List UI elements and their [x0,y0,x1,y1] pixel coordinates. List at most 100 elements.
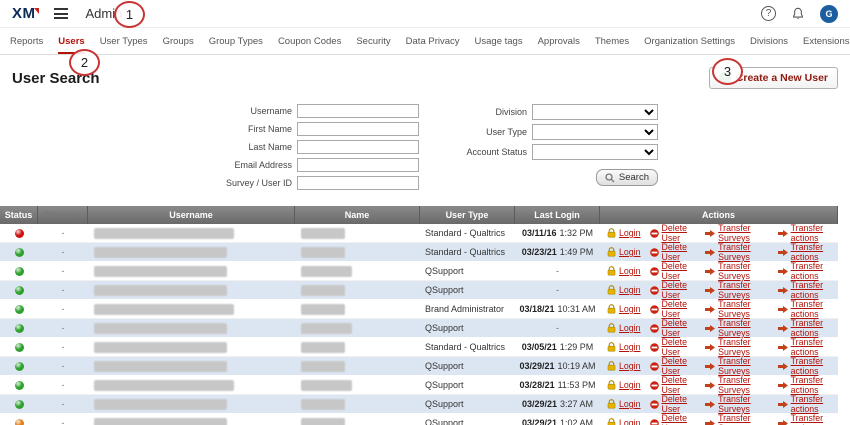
transfer-surveys-link[interactable]: Transfer Surveys [705,299,769,319]
nav-item-themes[interactable]: Themes [595,28,629,54]
transfer-actions-link[interactable]: Transfer actions [778,299,838,319]
transfer-actions-link[interactable]: Transfer actions [778,413,838,425]
delete-user-link[interactable]: Delete User [650,261,697,281]
user-table-header: StatusDivisionUsernameNameUser TypeLast … [0,206,838,224]
table-row: - QSupport 03/29/211:02 AM Login Delete … [0,414,838,425]
first-name-input[interactable] [297,122,419,136]
transfer-actions-link[interactable]: Transfer actions [778,375,838,395]
login-link[interactable]: Login [607,285,641,295]
delete-user-link[interactable]: Delete User [650,337,697,357]
last-login-time: 1:32 PM [560,228,594,238]
transfer-actions-link[interactable]: Transfer actions [778,356,838,376]
transfer-surveys-link[interactable]: Transfer Surveys [705,242,769,262]
user-type-select[interactable] [532,124,658,140]
transfer-arrow-icon [705,248,715,257]
transfer-arrow-icon [778,229,788,238]
transfer-arrow-icon [778,381,788,390]
delete-user-link[interactable]: Delete User [650,413,697,425]
redacted-username [94,380,234,391]
last-login-cell: - [515,266,600,276]
delete-user-link[interactable]: Delete User [650,318,697,338]
nav-item-security[interactable]: Security [356,28,390,54]
transfer-arrow-icon [705,400,715,409]
last-name-input[interactable] [297,140,419,154]
transfer-surveys-link[interactable]: Transfer Surveys [705,356,769,376]
help-icon[interactable]: ? [761,6,776,21]
transfer-actions-link[interactable]: Transfer actions [778,394,838,414]
lock-icon [607,285,616,295]
nav-item-divisions[interactable]: Divisions [750,28,788,54]
username-input[interactable] [297,104,419,118]
form-right-column: DivisionUser TypeAccount Status Search [445,104,658,194]
transfer-arrow-icon [705,229,715,238]
delete-icon [650,324,659,333]
transfer-arrow-icon [778,362,788,371]
status-dot [15,305,24,314]
nav-item-data-privacy[interactable]: Data Privacy [406,28,460,54]
nav-item-organization-settings[interactable]: Organization Settings [644,28,735,54]
column-header-user-type: User Type [420,206,515,224]
last-login-date: 03/18/21 [519,304,554,314]
login-link[interactable]: Login [607,380,641,390]
nav-item-extensions[interactable]: Extensions [803,28,849,54]
account-status-select[interactable] [532,144,658,160]
login-link[interactable]: Login [607,323,641,333]
delete-user-link[interactable]: Delete User [650,299,697,319]
redacted-username [94,247,227,258]
transfer-arrow-icon [778,267,788,276]
nav-item-reports[interactable]: Reports [10,28,43,54]
avatar[interactable]: G [820,5,838,23]
status-dot [15,248,24,257]
transfer-surveys-link[interactable]: Transfer Surveys [705,337,769,357]
survey-user-id-input[interactable] [297,176,419,190]
transfer-arrow-icon [705,305,715,314]
nav-item-coupon-codes[interactable]: Coupon Codes [278,28,341,54]
delete-user-link[interactable]: Delete User [650,242,697,262]
division-cell: - [38,342,88,352]
hamburger-menu-icon[interactable] [54,8,68,19]
delete-user-link[interactable]: Delete User [650,223,697,243]
nav-item-approvals[interactable]: Approvals [538,28,580,54]
transfer-arrow-icon [705,324,715,333]
transfer-surveys-link[interactable]: Transfer Surveys [705,394,769,414]
nav-item-groups[interactable]: Groups [163,28,194,54]
transfer-actions-link[interactable]: Transfer actions [778,242,838,262]
transfer-surveys-link[interactable]: Transfer Surveys [705,261,769,281]
delete-user-link[interactable]: Delete User [650,375,697,395]
delete-user-link[interactable]: Delete User [650,356,697,376]
transfer-surveys-link[interactable]: Transfer Surveys [705,375,769,395]
nav-item-user-types[interactable]: User Types [100,28,148,54]
search-button[interactable]: Search [596,169,658,186]
transfer-surveys-link[interactable]: Transfer Surveys [705,318,769,338]
delete-user-link[interactable]: Delete User [650,394,697,414]
login-link[interactable]: Login [607,304,641,314]
last-login-time: 1:29 PM [560,342,594,352]
nav-item-group-types[interactable]: Group Types [209,28,263,54]
table-row: - Brand Administrator 03/18/2110:31 AM L… [0,300,838,319]
login-link[interactable]: Login [607,399,641,409]
email-address-input[interactable] [297,158,419,172]
redacted-username [94,285,227,296]
nav-item-usage-tags[interactable]: Usage tags [475,28,523,54]
xm-logo[interactable]: XM [12,5,36,22]
transfer-actions-link[interactable]: Transfer actions [778,280,838,300]
login-link[interactable]: Login [607,342,641,352]
transfer-actions-link[interactable]: Transfer actions [778,223,838,243]
transfer-surveys-link[interactable]: Transfer Surveys [705,280,769,300]
transfer-actions-link[interactable]: Transfer actions [778,318,838,338]
delete-user-link[interactable]: Delete User [650,280,697,300]
transfer-surveys-link[interactable]: Transfer Surveys [705,413,769,425]
transfer-arrow-icon [778,400,788,409]
login-link[interactable]: Login [607,266,641,276]
last-name-label: Last Name [192,142,292,152]
notifications-bell-icon[interactable] [791,7,805,21]
status-dot [15,381,24,390]
login-link[interactable]: Login [607,247,641,257]
login-link[interactable]: Login [607,418,641,425]
transfer-actions-link[interactable]: Transfer actions [778,261,838,281]
transfer-surveys-link[interactable]: Transfer Surveys [705,223,769,243]
login-link[interactable]: Login [607,228,641,238]
division-select[interactable] [532,104,658,120]
login-link[interactable]: Login [607,361,641,371]
transfer-actions-link[interactable]: Transfer actions [778,337,838,357]
